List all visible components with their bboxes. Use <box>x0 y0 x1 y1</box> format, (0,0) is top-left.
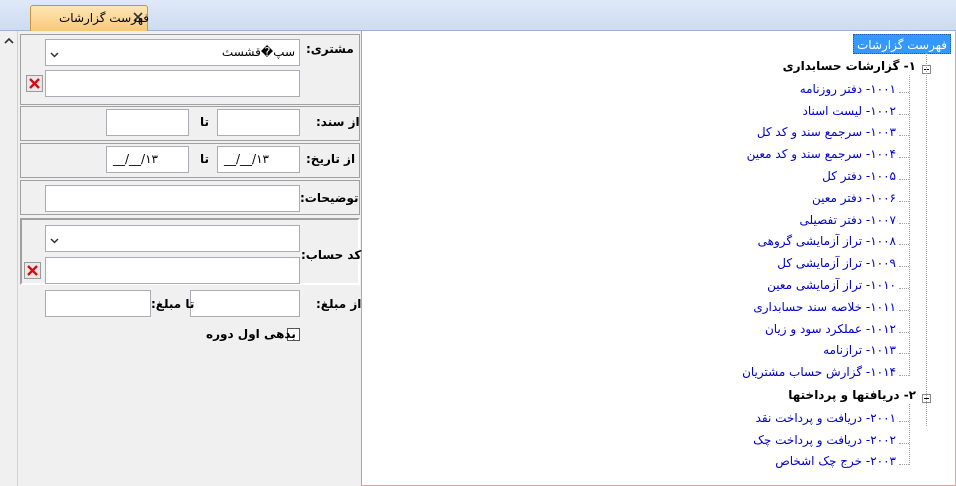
clear-customer-button[interactable] <box>26 75 43 92</box>
date-from-value: __/__/۱۳ <box>224 152 269 166</box>
amount-to-input[interactable] <box>45 290 151 317</box>
customer-detail-field[interactable] <box>45 70 300 97</box>
tree-report-item[interactable]: ۱۰۰۹- تراز آزمایشی کل <box>777 256 896 270</box>
report-tree[interactable]: فهرست گزارشات ۱- گزارشات حسابداری ۱۰۰۱- دف… <box>363 31 955 485</box>
tree-report-item[interactable]: ۱۰۰۱- دفتر روزنامه <box>800 82 896 96</box>
document-tab-strip: فهرست گزارشات <box>0 0 956 32</box>
tree-connector <box>899 222 909 224</box>
date-to-input[interactable]: __/__/۱۳ <box>106 146 189 173</box>
chevron-down-icon[interactable] <box>50 48 59 58</box>
tree-report-item[interactable]: ۱۰۰۳- سرجمع سند و کد کل <box>757 125 896 139</box>
tree-report-item[interactable]: ۱۰۰۶- دفتر معین <box>812 191 896 205</box>
amount-to-label: تا مبلغ: <box>151 297 195 311</box>
tree-group-node[interactable]: ۲- دریافتها و پرداختها <box>788 388 916 402</box>
tree-connector <box>899 442 909 444</box>
tab-report-list[interactable]: فهرست گزارشات <box>30 5 150 32</box>
tree-connector <box>899 331 909 333</box>
document-from-input[interactable] <box>217 109 300 136</box>
tree-report-item[interactable]: ۱۰۱۰- تراز آزمایشی معین <box>767 278 896 292</box>
account-code-combo[interactable] <box>45 225 300 252</box>
amount-from-label: از مبلغ: <box>316 297 362 311</box>
tree-connector <box>909 75 910 376</box>
tree-connector <box>899 200 909 202</box>
tree-connector <box>909 404 910 466</box>
tab-title: فهرست گزارشات <box>59 11 150 25</box>
tree-connector <box>899 375 909 377</box>
tree-connector <box>899 91 909 93</box>
amount-from-input[interactable] <box>190 290 300 317</box>
filter-panel: مشتری: سپ�قشسث از سند: تا از تاریخ: __/_… <box>0 31 362 486</box>
customer-label: مشتری: <box>306 42 354 56</box>
scroll-up-icon[interactable] <box>3 35 15 45</box>
tree-connector <box>899 420 909 422</box>
tree-connector <box>899 179 909 180</box>
customer-combo-value: سپ�قشسث <box>221 45 295 59</box>
tree-group-node[interactable]: ۱- گزارشات حسابداری <box>783 59 916 73</box>
tree-connector <box>899 244 909 246</box>
tree-connector <box>899 309 909 311</box>
tree-report-item[interactable]: ۱۰۰۷- دفتر تفصیلی <box>800 213 896 227</box>
description-label: توضیحات: <box>300 191 359 205</box>
tree-report-item[interactable]: ۱۰۰۲- لیست اسناد <box>802 104 896 118</box>
tree-report-item[interactable]: ۱۰۱۴- گزارش حساب مشتریان <box>742 365 896 379</box>
tree-report-item[interactable]: ۱۰۱۱- خلاصه سند حسابداری <box>753 300 896 314</box>
account-code-detail-field[interactable] <box>45 257 300 284</box>
customer-combo[interactable]: سپ�قشسث <box>45 39 300 66</box>
tree-connector <box>899 266 909 268</box>
tree-connector <box>899 157 909 159</box>
opening-debit-label: بدهی اول دوره <box>206 327 296 341</box>
tree-report-item[interactable]: ۱۰۰۵- دفتر کل <box>822 169 896 183</box>
tree-report-item[interactable]: ۱۰۰۴- سرجمع سند و کد معین <box>747 147 896 161</box>
tree-report-item[interactable]: ۱۰۱۲- عملکرد سود و زیان <box>765 322 896 336</box>
tree-report-item[interactable]: ۱۰۱۳- ترازنامه <box>823 343 896 357</box>
tree-report-item[interactable]: ۲۰۰۱- دریافت و پرداخت نقد <box>756 411 896 425</box>
document-to-input[interactable] <box>106 109 189 136</box>
clear-account-button[interactable] <box>24 262 41 279</box>
vertical-scrollbar[interactable] <box>0 31 18 486</box>
tree-report-item[interactable]: ۲۰۰۲- دریافت و پرداخت چک <box>753 433 896 447</box>
tree-connector <box>899 135 909 137</box>
date-from-input[interactable]: __/__/۱۳ <box>217 146 300 173</box>
account-code-label: کد حساب: <box>301 248 362 262</box>
tree-root-node[interactable]: فهرست گزارشات <box>852 34 951 54</box>
chevron-down-icon[interactable] <box>50 234 59 244</box>
document-to-label: تا <box>200 115 210 129</box>
description-input[interactable] <box>45 185 300 212</box>
document-from-label: از سند: <box>316 115 360 129</box>
tree-report-item[interactable]: ۱۰۰۸- تراز آزمایشی گروهی <box>758 234 896 248</box>
tree-connector <box>899 113 909 115</box>
tree-report-item[interactable]: ۲۰۰۳- خرج چک اشخاص <box>775 454 896 468</box>
date-to-value: __/__/۱۳ <box>113 152 158 166</box>
date-from-label: از تاریخ: <box>306 152 356 166</box>
tree-connector <box>899 353 909 355</box>
document-range-section <box>20 106 360 141</box>
tree-connector <box>899 464 909 466</box>
date-to-label: تا <box>200 152 210 166</box>
tree-connector <box>926 53 927 426</box>
tree-connector <box>899 288 909 289</box>
